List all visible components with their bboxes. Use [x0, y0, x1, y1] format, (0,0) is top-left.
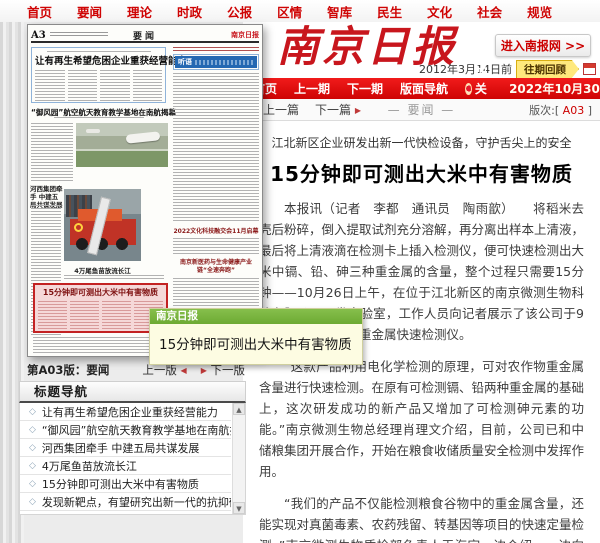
thumbnail-section: 要闻: [31, 29, 259, 42]
article-title: 15分钟即可测出大米中有害物质: [259, 158, 584, 187]
thumbnail-red-kicker: [173, 47, 259, 51]
calendar-icon[interactable]: [583, 63, 596, 75]
thumbnail-mini-headline-2: 南京新医药与生命健康产业链“全速奔跑”: [173, 259, 259, 275]
highlighted-article-columns: [38, 301, 163, 329]
thumbnail-text-lines: [64, 275, 164, 281]
archive-button[interactable]: 往期回顾: [516, 60, 579, 79]
red-nav-prev-issue[interactable]: 上一期: [294, 80, 330, 97]
scroll-up-icon[interactable]: ▲: [233, 403, 245, 415]
hotline-box: 听语: [173, 54, 259, 70]
enter-site-button[interactable]: 进入南报网 >>: [495, 34, 591, 57]
top-nav-overview[interactable]: 规览: [527, 2, 552, 21]
thumbnail-photo-caption: 4万尾鱼苗放流长江: [64, 265, 141, 275]
tooltip-source: 南京日报: [150, 309, 362, 324]
airfield-photo: [76, 123, 168, 167]
top-nav-thinktank[interactable]: 智库: [327, 2, 352, 21]
title-nav-header: 标题导航: [19, 381, 246, 403]
tooltip-title: 15分钟即可测出大米中有害物质: [150, 324, 362, 364]
thumbnail-subhead-line: [54, 117, 144, 120]
top-nav-politics[interactable]: 时政: [177, 2, 202, 21]
article-paragraph: “这款产品利用电化学检测的原理，可对农作物重金属含量进行快速检测。在原有可检测镉…: [259, 356, 584, 482]
edition-title: 第A03版：要闻: [27, 362, 109, 378]
top-nav-news[interactable]: 要闻: [77, 2, 102, 21]
red-nav-next-issue[interactable]: 下一期: [347, 80, 383, 97]
thumbnail-headline-1: 让有再生希望危困企业重获经营能力: [35, 56, 162, 67]
issue-date: 2022年10月30日 星期日: [509, 80, 600, 97]
highlighted-article-region[interactable]: 15分钟即可测出大米中有害物质: [33, 283, 168, 333]
top-nav: 首页 要闻 理论 时政 公报 区情 智库 民生 文化 社会 规览: [0, 0, 600, 22]
diamond-bullet-icon: ◇: [29, 479, 36, 489]
red-nav-bar: 首页 上一期 下一期 版面导航 加关注 2022年10月30日 星期日: [243, 78, 600, 99]
thumbnail-kicker-line: [47, 51, 151, 54]
title-nav-item[interactable]: ◇调整票价执行时间须提前3个月公布: [20, 511, 231, 515]
article-paragraph: “我们的产品不仅能检测粮食谷物中的重金属含量，还能实现对真菌毒素、农药残留、转基…: [259, 493, 584, 543]
highlighted-article-title: 15分钟即可测出大米中有害物质: [38, 287, 163, 298]
diamond-bullet-icon: ◇: [29, 443, 36, 453]
thumbnail-mini-headline-1: 2022文化科技融交会11月启幕: [173, 226, 259, 235]
title-nav-item[interactable]: ◇河西集团牵手 中建五局共谋发展: [20, 439, 231, 457]
diamond-bullet-icon: ◇: [29, 497, 36, 507]
red-nav-layout-guide[interactable]: 版面导航: [400, 80, 448, 97]
weibo-icon: [465, 83, 472, 95]
title-nav-list: ◇让有再生希望危困企业重获经营能力 ◇“御风园”航空航天教育教学基地在南航揭幕 …: [19, 403, 246, 515]
top-nav-society[interactable]: 社会: [477, 2, 502, 21]
edition-label: 版次:[ A03 ]: [529, 102, 600, 118]
top-nav-home[interactable]: 首页: [27, 2, 52, 21]
title-nav-item[interactable]: ◇15分钟即可测出大米中有害物质: [20, 475, 231, 493]
article-subtitle: 江北新区企业研发出新一代快检设备，守护舌尖上的安全: [259, 134, 584, 151]
thumbnail-text-lines: [33, 337, 168, 353]
top-nav-bulletin[interactable]: 公报: [227, 2, 252, 21]
list-scrollbar[interactable]: ▲ ▼: [232, 403, 245, 514]
hotline-label: 听语: [178, 57, 192, 67]
diamond-bullet-icon: ◇: [29, 425, 36, 435]
thumbnail-text-columns: [35, 70, 162, 102]
top-nav-district[interactable]: 区情: [277, 2, 302, 21]
article-nav-row: — 要闻 — ◀ 上一篇 下一篇 ▶ 版次:[ A03 ]: [243, 99, 600, 121]
top-nav-livelihood[interactable]: 民生: [377, 2, 402, 21]
left-arrow-icon: ◀: [181, 366, 187, 375]
article-tooltip: 南京日报 15分钟即可测出大米中有害物质: [149, 308, 363, 365]
title-nav-item[interactable]: ◇让有再生希望危困企业重获经营能力: [20, 403, 231, 421]
scroll-down-icon[interactable]: ▼: [233, 502, 245, 514]
right-arrow-icon: ▶: [355, 106, 361, 115]
title-nav-panel: 标题导航 ◇让有再生希望危困企业重获经营能力 ◇“御风园”航空航天教育教学基地在…: [19, 381, 246, 515]
right-arrow-icon: ▶: [201, 366, 207, 375]
top-nav-culture[interactable]: 文化: [427, 2, 452, 21]
thumbnail-text-column: [173, 238, 259, 256]
thumbnail-lead-article[interactable]: 让有再生希望危困企业重获经营能力: [31, 47, 166, 103]
diamond-bullet-icon: ◇: [29, 461, 36, 471]
title-nav-item[interactable]: ◇4万尾鱼苗放流长江: [20, 457, 231, 475]
diamond-bullet-icon: ◇: [29, 407, 36, 417]
thumbnail-text-column: [31, 123, 73, 181]
main-panel: 南京日报 进入南报网 >> 2012年3月14日前 往期回顾 首页 上一期 下一…: [243, 22, 600, 543]
archive-row: 2012年3月14日前 往期回顾: [419, 61, 596, 77]
title-nav-item[interactable]: ◇“御风园”航空航天教育教学基地在南航揭幕: [20, 421, 231, 439]
top-nav-theory[interactable]: 理论: [127, 2, 152, 21]
thumbnail-text-column: [173, 73, 259, 223]
next-article-link[interactable]: 下一篇 ▶: [315, 101, 361, 118]
diamond-bullet-icon: ◇: [29, 515, 36, 516]
title-nav-item[interactable]: ◇发现新靶点，有望研究出新一代的抗抑郁药物: [20, 493, 231, 511]
thumbnail-header: A3 要闻 南京日报: [31, 29, 259, 43]
boat-photo: [64, 189, 141, 261]
